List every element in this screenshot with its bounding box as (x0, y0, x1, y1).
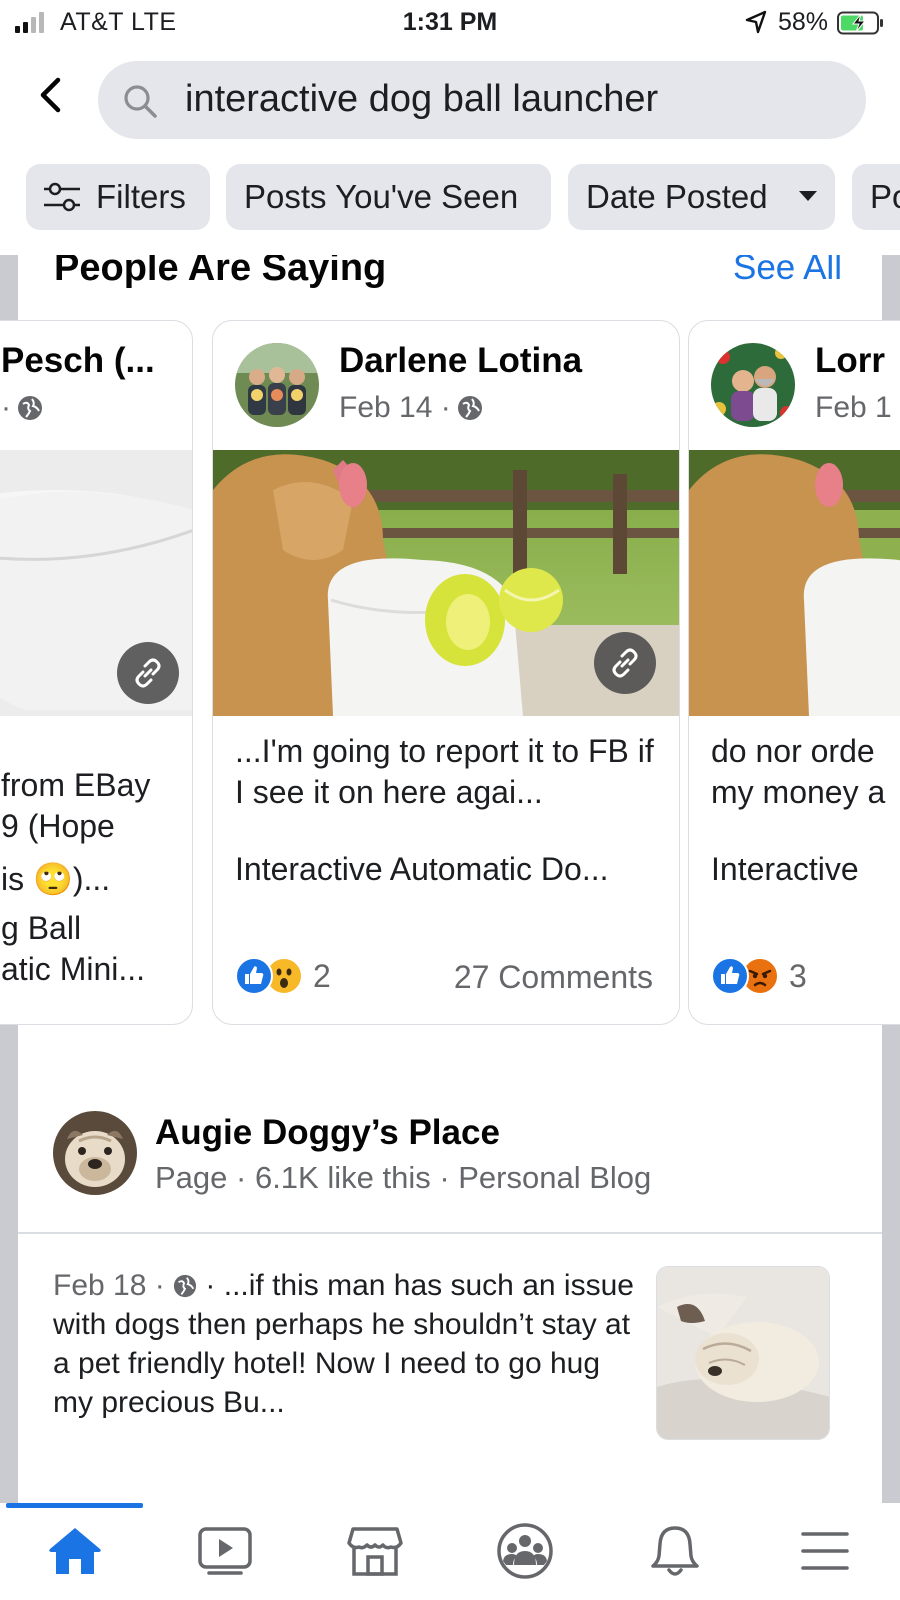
post-author-name: Pesch (... (1, 341, 155, 380)
snippet-line: is 🙄)... (1, 861, 111, 897)
post-author-name[interactable]: Lorr (815, 341, 885, 381)
page-result-card[interactable]: Augie Doggy’s Place Page · 6.1K like thi… (18, 1078, 882, 1503)
search-results: People Are Saying See All Pesch (... · f… (0, 255, 900, 1503)
search-query-text: interactive dog ball launcher (185, 78, 659, 120)
avatar[interactable] (711, 343, 795, 427)
globe-icon (18, 396, 42, 420)
post-card[interactable]: Pesch (... · from EBay 9 (Hope is 🙄)... … (0, 320, 193, 1025)
see-all-link[interactable]: See All (733, 255, 842, 288)
product-photo (0, 450, 192, 716)
post-thumbnail[interactable] (656, 1266, 830, 1440)
snippet-line: 9 (Hope (1, 808, 115, 844)
posts-seen-label: Posts You've Seen (244, 178, 519, 215)
post-snippet: ...I'm going to report it to FB if I see… (235, 733, 654, 810)
bell-icon (651, 1526, 699, 1576)
reactions-summary[interactable]: 2 (235, 957, 331, 995)
date-posted-label: Date Posted (586, 178, 768, 215)
post-date: Feb 14 · (339, 391, 451, 424)
marketplace-icon (347, 1527, 403, 1576)
like-reaction-icon (235, 957, 273, 995)
page-name[interactable]: Augie Doggy’s Place (155, 1113, 500, 1153)
reaction-count: 3 (789, 957, 807, 994)
more-filter-chip[interactable]: Po (852, 164, 900, 230)
filters-label: Filters (96, 178, 186, 215)
status-bar: AT&T LTE 1:31 PM 58% (0, 0, 900, 46)
page-post-snippet[interactable]: Feb 18 · · ...if this man has such an is… (53, 1266, 643, 1422)
battery-charging-icon (837, 11, 883, 35)
tab-groups[interactable] (490, 1521, 560, 1581)
groups-icon (497, 1523, 553, 1579)
link-icon (594, 632, 656, 694)
globe-icon (174, 1274, 197, 1298)
sliders-icon (44, 182, 80, 212)
comments-count-link[interactable]: 27 Comments (454, 959, 653, 996)
post-meta: Feb 14 · (339, 391, 483, 425)
location-arrow-icon (745, 10, 767, 34)
tab-menu[interactable] (790, 1521, 860, 1581)
snippet-line: atic Mini... (1, 951, 146, 987)
post-meta-text: · (1, 391, 11, 424)
tab-marketplace[interactable] (340, 1521, 410, 1581)
product-title: Interactive (711, 851, 859, 887)
page-meta: Page · 6.1K like this · Personal Blog (155, 1160, 652, 1195)
tab-home[interactable] (40, 1521, 110, 1581)
active-tab-indicator (6, 1503, 143, 1508)
tab-notifications[interactable] (640, 1521, 710, 1581)
reactions-summary[interactable]: 3 (711, 957, 807, 995)
filters-button[interactable]: Filters (26, 164, 210, 230)
more-filter-label: Po (870, 178, 900, 215)
post-snippet: do nor orde my money a (711, 733, 886, 810)
like-reaction-icon (711, 957, 749, 995)
search-input[interactable]: interactive dog ball launcher (98, 61, 866, 139)
link-icon (117, 642, 179, 704)
battery-percent: 58% (778, 8, 829, 36)
post-date: Feb 18 · (53, 1269, 165, 1302)
bottom-tab-bar (0, 1503, 900, 1600)
search-icon (124, 85, 157, 118)
product-title: Interactive Automatic Do... (235, 851, 609, 887)
caret-down-icon (799, 191, 817, 201)
divider (18, 1232, 882, 1234)
post-card[interactable]: Lorr Feb 1 do nor orde my money a Intera… (688, 320, 900, 1025)
search-header: interactive dog ball launcher (0, 46, 900, 146)
avatar[interactable] (235, 343, 319, 427)
post-meta: · (1, 391, 43, 425)
product-photo[interactable] (689, 450, 900, 716)
reaction-count: 2 (313, 957, 331, 994)
post-card[interactable]: Darlene Lotina Feb 14 · ...I'm going to … (212, 320, 680, 1025)
back-chevron-icon[interactable] (28, 72, 74, 118)
avatar[interactable] (53, 1111, 137, 1195)
video-icon (198, 1527, 252, 1575)
globe-icon (457, 396, 482, 420)
product-photo[interactable] (213, 450, 679, 716)
post-date: Feb 1 (815, 391, 892, 424)
home-icon (49, 1528, 101, 1574)
post-author-name[interactable]: Darlene Lotina (339, 341, 582, 381)
hamburger-menu-icon (801, 1532, 849, 1570)
filter-chips: Filters Posts You've Seen Date Posted Po (0, 164, 900, 232)
date-posted-dropdown[interactable]: Date Posted (568, 164, 835, 230)
post-snippet: from EBay 9 (Hope is 🙄)... g Ball atic M… (1, 761, 150, 993)
tab-video[interactable] (190, 1521, 260, 1581)
section-title: People Are Saying (54, 255, 387, 289)
posts-seen-chip[interactable]: Posts You've Seen (226, 164, 551, 230)
